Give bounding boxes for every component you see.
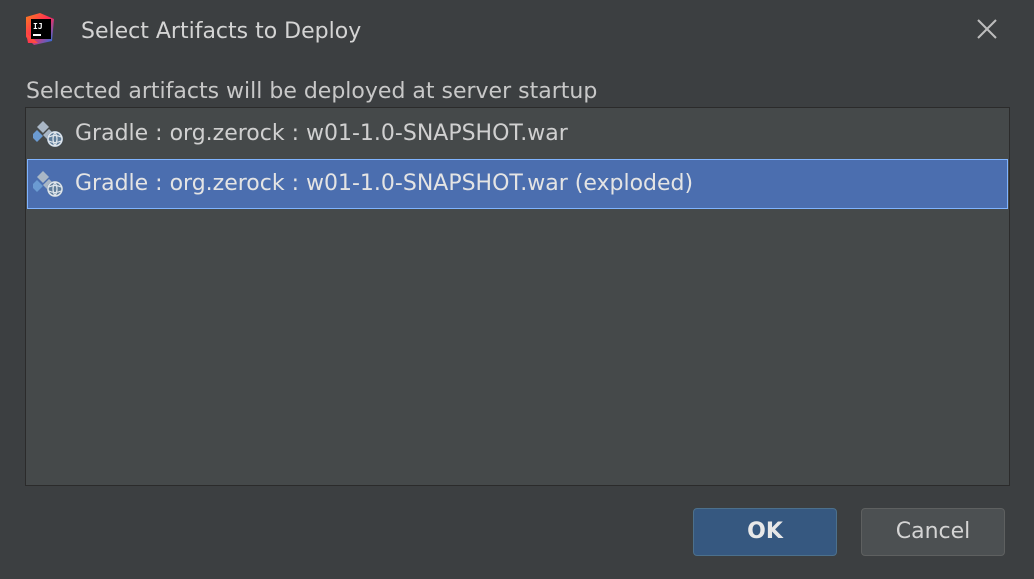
artifact-label: Gradle : org.zerock : w01-1.0-SNAPSHOT.w… (75, 171, 694, 196)
cancel-button[interactable]: Cancel (861, 508, 1005, 556)
artifact-list-item-selected[interactable]: Gradle : org.zerock : w01-1.0-SNAPSHOT.w… (27, 159, 1008, 209)
artifact-list[interactable]: Gradle : org.zerock : w01-1.0-SNAPSHOT.w… (25, 107, 1010, 486)
svg-text:IJ: IJ (33, 22, 43, 31)
title-bar: IJ Select Artifacts to Deploy (0, 0, 1034, 64)
artifact-label: Gradle : org.zerock : w01-1.0-SNAPSHOT.w… (75, 121, 568, 146)
close-icon[interactable] (972, 14, 1002, 44)
ok-button[interactable]: OK (693, 508, 837, 556)
dialog-description: Selected artifacts will be deployed at s… (26, 79, 598, 104)
intellij-idea-icon: IJ (26, 13, 54, 45)
select-artifacts-dialog: IJ Select Artifacts to Deploy Selected a… (0, 0, 1034, 579)
web-artifact-icon (33, 171, 63, 197)
web-artifact-icon (33, 121, 63, 147)
artifact-list-item[interactable]: Gradle : org.zerock : w01-1.0-SNAPSHOT.w… (27, 109, 1008, 159)
dialog-title: Select Artifacts to Deploy (81, 19, 362, 44)
